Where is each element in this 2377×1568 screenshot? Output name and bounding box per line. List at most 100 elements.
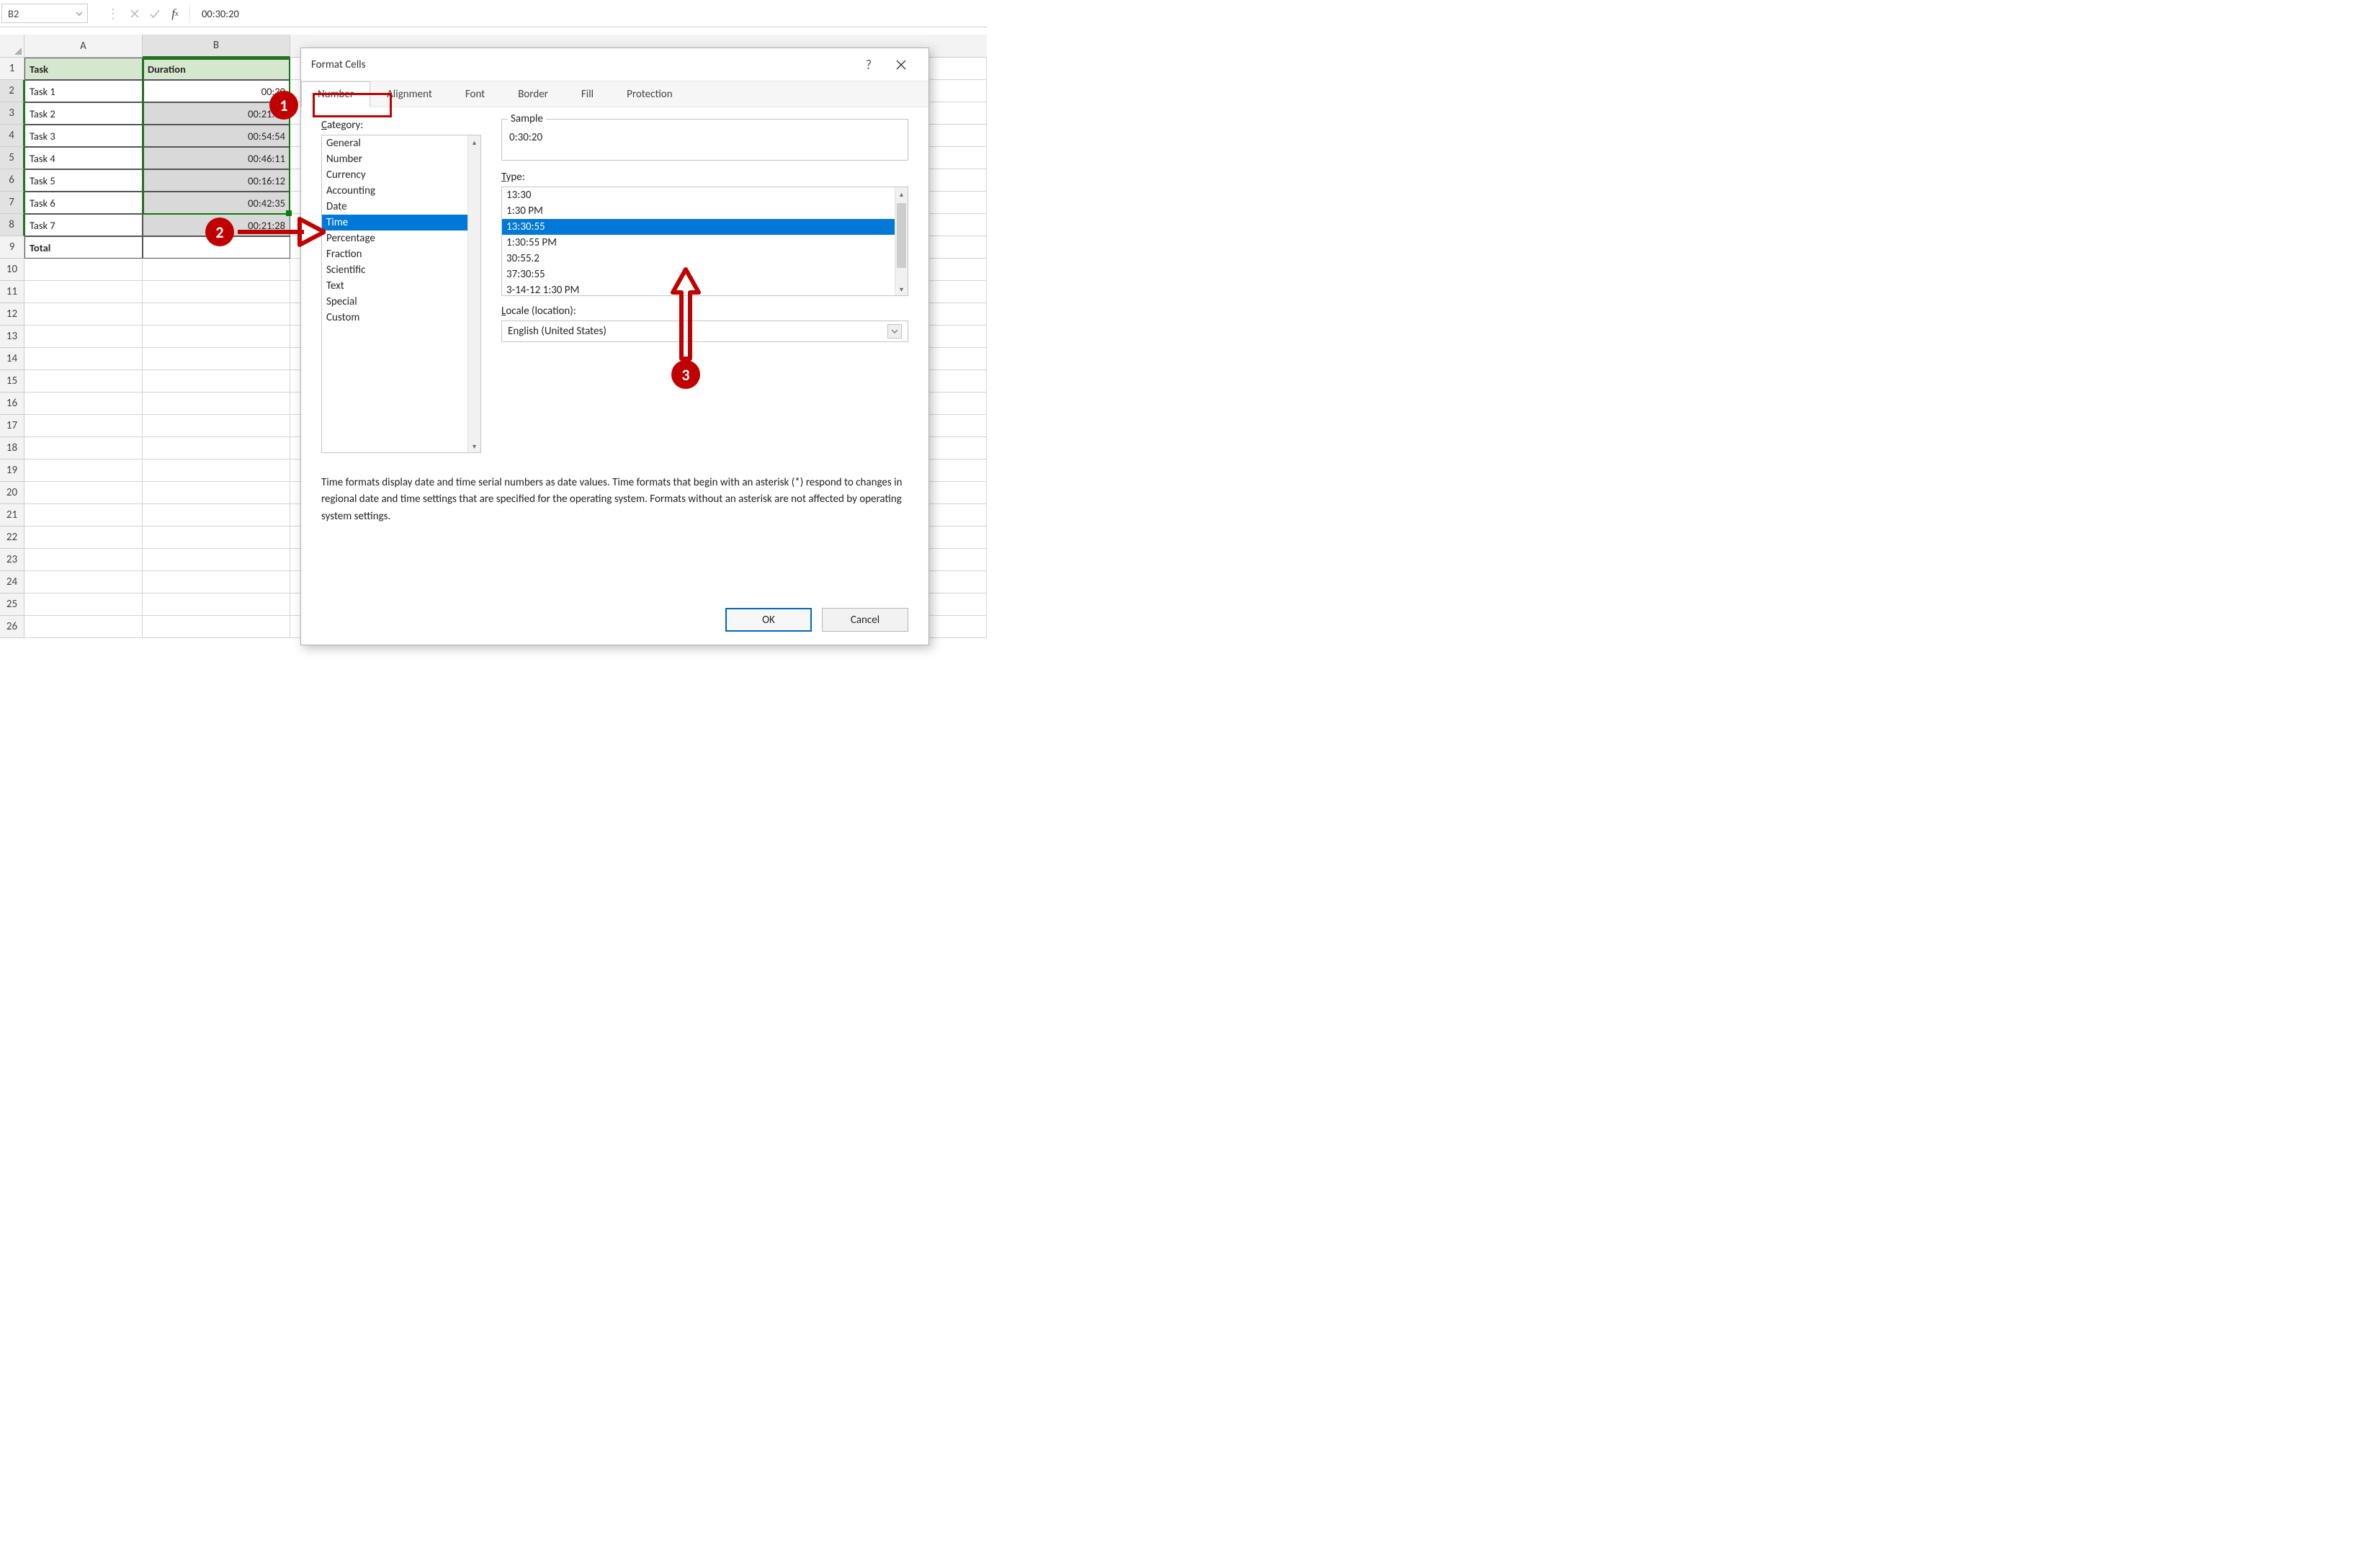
cell[interactable] — [24, 460, 143, 482]
row-header[interactable]: 12 — [0, 303, 24, 326]
list-item[interactable]: Scientific — [322, 262, 480, 278]
type-listbox[interactable]: 13:30 1:30 PM 13:30:55 1:30:55 PM 30:55.… — [501, 187, 908, 296]
cell[interactable] — [24, 370, 143, 393]
cell[interactable] — [143, 549, 290, 571]
row-header[interactable]: 3 — [0, 102, 24, 125]
row-header[interactable]: 8 — [0, 214, 24, 236]
row-header[interactable]: 25 — [0, 593, 24, 616]
column-header[interactable]: B — [143, 35, 290, 58]
list-item[interactable]: Date — [322, 199, 480, 215]
cancel-edit-icon[interactable] — [125, 4, 145, 24]
list-item[interactable]: 13:30 — [502, 187, 908, 203]
cell[interactable] — [24, 593, 143, 616]
column-header[interactable]: A — [24, 35, 143, 58]
cell[interactable] — [143, 348, 290, 370]
cell[interactable]: Task 1 — [24, 80, 143, 102]
row-header[interactable]: 23 — [0, 549, 24, 571]
tab-number[interactable]: Number — [301, 81, 370, 107]
cell[interactable]: Task — [24, 58, 143, 80]
cell[interactable] — [143, 504, 290, 527]
row-header[interactable]: 1 — [0, 58, 24, 80]
list-item[interactable]: 3-14-12 1:30 PM — [502, 282, 908, 298]
cell[interactable] — [24, 571, 143, 593]
locale-dropdown[interactable]: English (United States) — [501, 321, 908, 342]
dialog-titlebar[interactable]: Format Cells ? — [301, 48, 928, 81]
row-header[interactable]: 24 — [0, 571, 24, 593]
scroll-down-icon[interactable]: ▾ — [895, 282, 908, 295]
cell[interactable] — [143, 303, 290, 326]
list-item[interactable]: Number — [322, 151, 480, 167]
list-item[interactable]: Currency — [322, 167, 480, 183]
row-header[interactable]: 14 — [0, 348, 24, 370]
cell[interactable] — [24, 549, 143, 571]
cell[interactable]: 00:54:54 — [143, 125, 290, 147]
list-item[interactable]: 1:30:55 PM — [502, 235, 908, 251]
cell[interactable]: 00:21:13 — [143, 102, 290, 125]
cell[interactable] — [143, 415, 290, 437]
row-header[interactable]: 16 — [0, 393, 24, 415]
cell[interactable]: 00:30 — [143, 80, 290, 102]
row-header[interactable]: 9 — [0, 236, 24, 259]
tab-protection[interactable]: Protection — [610, 81, 689, 107]
row-header[interactable]: 4 — [0, 125, 24, 147]
help-button[interactable]: ? — [854, 57, 884, 73]
insert-function-button[interactable]: fx — [165, 4, 185, 24]
category-listbox[interactable]: General Number Currency Accounting Date … — [321, 135, 481, 453]
cell[interactable]: 00:16:12 — [143, 169, 290, 192]
cell[interactable]: Total — [24, 236, 143, 259]
list-item[interactable]: 13:30:55 — [502, 219, 908, 235]
scrollbar[interactable]: ▴ ▾ — [895, 187, 908, 295]
list-item[interactable]: Special — [322, 294, 480, 310]
cell[interactable] — [24, 527, 143, 549]
tab-alignment[interactable]: Alignment — [370, 81, 449, 107]
list-item[interactable]: Accounting — [322, 183, 480, 199]
list-item[interactable]: Percentage — [322, 230, 480, 246]
scroll-down-icon[interactable]: ▾ — [468, 439, 480, 452]
row-header[interactable]: 15 — [0, 370, 24, 393]
row-header[interactable]: 10 — [0, 259, 24, 281]
scroll-up-icon[interactable]: ▴ — [895, 187, 908, 200]
row-header[interactable]: 17 — [0, 415, 24, 437]
ok-button[interactable]: OK — [725, 608, 812, 632]
cell[interactable] — [24, 281, 143, 303]
select-all-corner[interactable] — [0, 35, 24, 58]
cell[interactable] — [143, 593, 290, 616]
cell[interactable] — [24, 616, 143, 638]
row-header[interactable]: 21 — [0, 504, 24, 527]
list-item[interactable]: Fraction — [322, 246, 480, 262]
cell[interactable] — [24, 259, 143, 281]
name-box[interactable]: B2 — [1, 4, 88, 23]
list-item[interactable]: 37:30:55 — [502, 266, 908, 282]
row-header[interactable]: 2 — [0, 80, 24, 102]
tab-fill[interactable]: Fill — [565, 81, 610, 107]
cell[interactable] — [24, 504, 143, 527]
cell[interactable]: Task 5 — [24, 169, 143, 192]
cell[interactable]: 00:42:35 — [143, 192, 290, 214]
row-header[interactable]: 7 — [0, 192, 24, 214]
cell[interactable] — [24, 437, 143, 460]
cell[interactable] — [143, 460, 290, 482]
cell[interactable] — [143, 616, 290, 638]
row-header[interactable]: 18 — [0, 437, 24, 460]
row-header[interactable]: 13 — [0, 326, 24, 348]
formula-input[interactable]: 00:30:20 — [194, 7, 987, 20]
row-header[interactable]: 19 — [0, 460, 24, 482]
cell[interactable] — [143, 259, 290, 281]
list-item[interactable]: Text — [322, 278, 480, 294]
tab-border[interactable]: Border — [501, 81, 565, 107]
cell[interactable] — [143, 571, 290, 593]
list-item[interactable]: 1:30 PM — [502, 203, 908, 219]
cell[interactable] — [143, 326, 290, 348]
cell[interactable] — [24, 326, 143, 348]
cell[interactable]: Duration — [143, 58, 290, 80]
cell[interactable] — [24, 393, 143, 415]
cancel-button[interactable]: Cancel — [822, 608, 908, 632]
cell[interactable]: Task 4 — [24, 147, 143, 169]
cell[interactable] — [24, 348, 143, 370]
cell[interactable]: Task 7 — [24, 214, 143, 236]
cell[interactable]: Task 2 — [24, 102, 143, 125]
close-button[interactable] — [884, 59, 918, 71]
row-header[interactable]: 5 — [0, 147, 24, 169]
cell[interactable] — [24, 482, 143, 504]
cell[interactable]: Task 6 — [24, 192, 143, 214]
